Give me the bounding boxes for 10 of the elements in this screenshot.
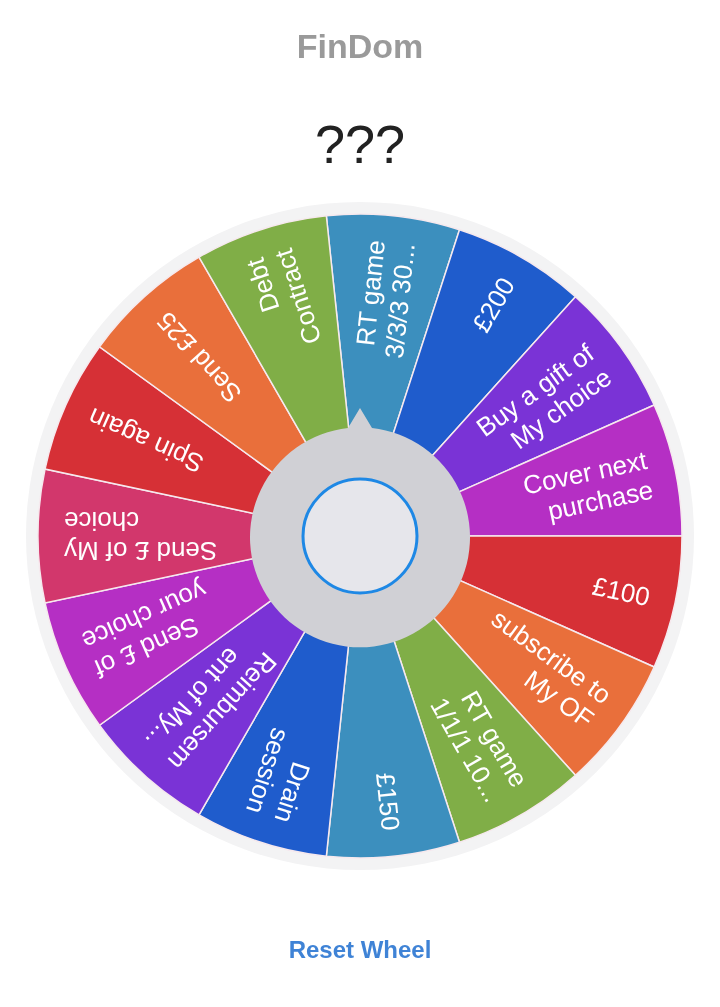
segment-label: Spin again	[83, 401, 208, 480]
result-text: ???	[314, 113, 406, 176]
segment-label: RT game 3/3/3 30...	[350, 238, 421, 360]
spin-button[interactable]	[301, 477, 419, 595]
segment-label: Send £ of My choice	[64, 506, 218, 566]
reset-wheel-button[interactable]: Reset Wheel	[280, 932, 440, 968]
segment-label: £150	[370, 771, 406, 832]
segment-label: Debt Contract	[240, 245, 328, 348]
segment-label: £100	[589, 570, 653, 613]
app-title: FinDom	[296, 26, 424, 67]
